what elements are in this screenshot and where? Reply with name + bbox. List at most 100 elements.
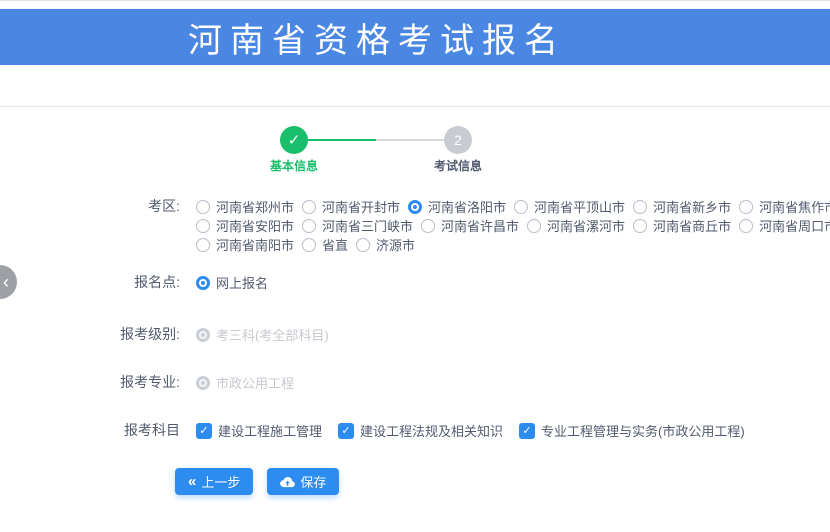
radio-label: 河南省新乡市 <box>653 197 731 216</box>
exam-major-options: 市政公用工程 <box>196 373 302 392</box>
radio-option-city[interactable]: 河南省漯河市 <box>527 216 625 235</box>
radio-icon <box>739 200 753 214</box>
exam-subjects-label: 报考科目 <box>0 422 180 439</box>
step-connector-pending <box>376 139 446 141</box>
radio-icon <box>633 219 647 233</box>
radio-label: 河南省郑州市 <box>216 197 294 216</box>
radio-label: 河南省安阳市 <box>216 216 294 235</box>
radio-icon <box>356 238 370 252</box>
checkbox-checked-icon: ✓ <box>196 423 212 439</box>
checkbox-label: 建设工程施工管理 <box>218 421 322 440</box>
radio-option-city-selected[interactable]: 河南省洛阳市 <box>408 197 506 216</box>
radio-disabled-icon <box>196 376 210 390</box>
step-number: 2 <box>454 132 462 148</box>
radio-checked-icon <box>196 276 210 290</box>
radio-option-city[interactable]: 河南省焦作市 <box>739 197 830 216</box>
exam-level-label: 报考级别: <box>0 325 180 344</box>
radio-option-city[interactable]: 河南省周口市 <box>739 216 830 235</box>
check-icon: ✓ <box>288 131 301 149</box>
form-row-exam-area: 考区: 河南省郑州市 河南省开封市 河南省洛阳市 河南省平顶山市 <box>0 197 830 254</box>
radio-option-city[interactable]: 河南省开封市 <box>302 197 400 216</box>
form-row-reg-point: 报名点: 网上报名 <box>0 273 276 292</box>
radio-option-city[interactable]: 河南省许昌市 <box>421 216 519 235</box>
form-row-exam-subjects: 报考科目 ✓ 建设工程施工管理 ✓ 建设工程法规及相关知识 ✓ 专业工程管理与实… <box>0 422 761 439</box>
radio-label: 河南省许昌市 <box>441 216 519 235</box>
radio-option-city[interactable]: 河南省商丘市 <box>633 216 731 235</box>
radio-option-city[interactable]: 省直 <box>302 235 348 254</box>
radio-icon <box>302 238 316 252</box>
radio-icon <box>196 219 210 233</box>
radio-icon <box>421 219 435 233</box>
radio-option-city[interactable]: 河南省三门峡市 <box>302 216 413 235</box>
exam-area-label: 考区: <box>0 197 180 216</box>
step-connector-done <box>306 139 376 141</box>
exam-area-line-2: 河南省安阳市 河南省三门峡市 河南省许昌市 河南省漯河市 河南省商丘市 <box>196 216 830 235</box>
step-basic-info-circle: ✓ <box>280 126 308 154</box>
double-chevron-left-icon: « <box>188 474 196 489</box>
radio-label: 河南省开封市 <box>322 197 400 216</box>
radio-checked-icon <box>408 200 422 214</box>
exam-area-line-3: 河南省南阳市 省直 济源市 <box>196 235 830 254</box>
checkbox-option-subject[interactable]: ✓ 专业工程管理与实务(市政公用工程) <box>519 421 745 440</box>
checkbox-option-subject[interactable]: ✓ 建设工程法规及相关知识 <box>338 421 503 440</box>
radio-option-city[interactable]: 河南省平顶山市 <box>514 197 625 216</box>
radio-option-city[interactable]: 河南省郑州市 <box>196 197 294 216</box>
radio-label: 市政公用工程 <box>216 373 294 392</box>
chevron-left-icon: ‹ <box>3 273 9 291</box>
radio-option-major-disabled: 市政公用工程 <box>196 373 294 392</box>
radio-label: 济源市 <box>376 235 415 254</box>
radio-icon <box>302 200 316 214</box>
radio-label: 河南省平顶山市 <box>534 197 625 216</box>
radio-label: 河南省漯河市 <box>547 216 625 235</box>
radio-option-level-disabled: 考三科(考全部科目) <box>196 325 329 344</box>
checkbox-label: 建设工程法规及相关知识 <box>360 421 503 440</box>
save-label: 保存 <box>300 472 326 491</box>
exam-major-label: 报考专业: <box>0 373 180 392</box>
radio-label: 河南省焦作市 <box>759 197 830 216</box>
registration-page: 河南省资格考试报名 ‹ ✓ 2 基本信息 考试信息 考区: 河南省郑州市 河南省… <box>0 0 830 532</box>
header-divider <box>0 106 830 107</box>
radio-icon <box>739 219 753 233</box>
radio-icon <box>196 200 210 214</box>
checkbox-checked-icon: ✓ <box>519 423 535 439</box>
previous-step-button[interactable]: « 上一步 <box>175 468 253 495</box>
exam-area-options: 河南省郑州市 河南省开封市 河南省洛阳市 河南省平顶山市 河南省新乡市 <box>196 197 830 254</box>
radio-icon <box>514 200 528 214</box>
exam-area-line-1: 河南省郑州市 河南省开封市 河南省洛阳市 河南省平顶山市 河南省新乡市 <box>196 197 830 216</box>
radio-label: 河南省商丘市 <box>653 216 731 235</box>
radio-option-city[interactable]: 河南省南阳市 <box>196 235 294 254</box>
save-button[interactable]: 保存 <box>267 468 339 495</box>
radio-icon <box>633 200 647 214</box>
radio-label: 河南省洛阳市 <box>428 197 506 216</box>
radio-option-city[interactable]: 河南省安阳市 <box>196 216 294 235</box>
exam-level-options: 考三科(考全部科目) <box>196 325 337 344</box>
radio-label: 考三科(考全部科目) <box>216 325 329 344</box>
radio-option-online-registration[interactable]: 网上报名 <box>196 273 268 292</box>
cloud-upload-icon <box>280 476 295 488</box>
checkbox-checked-icon: ✓ <box>338 423 354 439</box>
radio-icon <box>302 219 316 233</box>
page-header-banner: 河南省资格考试报名 <box>0 9 830 65</box>
radio-disabled-icon <box>196 328 210 342</box>
radio-label: 河南省周口市 <box>759 216 830 235</box>
step-exam-info-circle: 2 <box>444 126 472 154</box>
radio-option-city[interactable]: 河南省新乡市 <box>633 197 731 216</box>
radio-icon <box>196 238 210 252</box>
radio-label: 省直 <box>322 235 348 254</box>
radio-label: 河南省三门峡市 <box>322 216 413 235</box>
form-row-exam-major: 报考专业: 市政公用工程 <box>0 373 302 392</box>
reg-point-label: 报名点: <box>0 273 180 292</box>
checkbox-label: 专业工程管理与实务(市政公用工程) <box>541 421 745 440</box>
checkbox-option-subject[interactable]: ✓ 建设工程施工管理 <box>196 421 322 440</box>
action-buttons: « 上一步 保存 <box>175 468 339 495</box>
reg-point-options: 网上报名 <box>196 273 276 292</box>
step-label-exam-info: 考试信息 <box>418 157 498 174</box>
step-label-basic-info: 基本信息 <box>254 157 334 174</box>
radio-option-city[interactable]: 济源市 <box>356 235 415 254</box>
sidebar-collapse-handle[interactable]: ‹ <box>0 265 17 299</box>
page-title: 河南省资格考试报名 <box>188 13 566 62</box>
radio-icon <box>527 219 541 233</box>
radio-label: 网上报名 <box>216 273 268 292</box>
previous-step-label: 上一步 <box>201 472 240 491</box>
radio-label: 河南省南阳市 <box>216 235 294 254</box>
